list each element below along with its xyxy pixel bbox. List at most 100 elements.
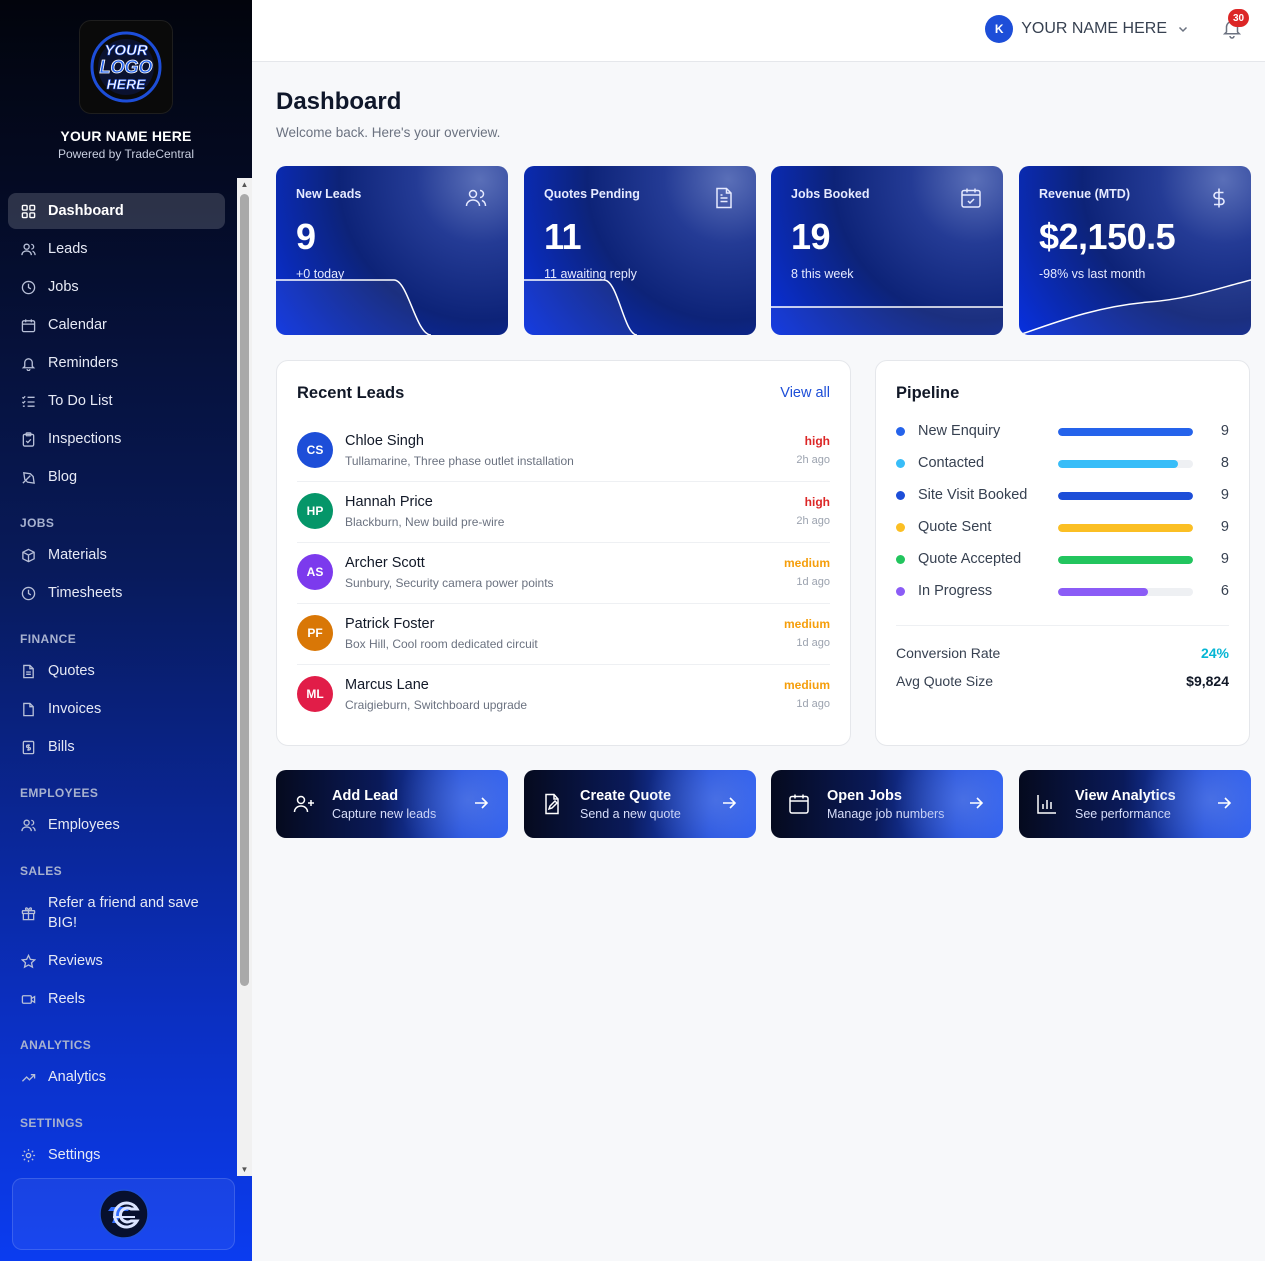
view-all-link[interactable]: View all [780,385,830,401]
sidebar-item-settings[interactable]: Settings [8,1137,225,1173]
pipeline-bar-fill [1058,460,1179,468]
scrollbar-thumb[interactable] [240,194,249,986]
view-analytics-button[interactable]: View Analytics See performance [1019,770,1251,838]
stat-card-revenue[interactable]: Revenue (MTD) $2,150.5 -98% vs last mont… [1019,166,1251,335]
sidebar-item-quotes[interactable]: Quotes [8,653,225,689]
tradecentral-badge[interactable] [12,1178,235,1250]
section-settings: SETTINGS [20,1116,84,1130]
sidebar-item-label: Reels [48,991,86,1007]
stat-label: New Leads [296,187,362,201]
stat-sub: 11 awaiting reply [544,267,637,281]
pipeline-count: 9 [1220,519,1229,535]
pipeline-count: 9 [1220,487,1229,503]
stat-sub: -98% vs last month [1039,267,1146,281]
stat-card-new-leads[interactable]: New Leads 9 +0 today [276,166,508,335]
sidebar-item-blog[interactable]: Blog [8,459,225,495]
pipeline-bar-fill [1058,588,1149,596]
star-icon [20,953,36,969]
calendar-check-icon [959,186,983,210]
calendar-icon [787,792,811,816]
stat-label: Quotes Pending [544,187,640,201]
action-subtitle: Manage job numbers [827,807,945,821]
pipeline-label: In Progress [918,583,993,599]
pipeline-label: Site Visit Booked [918,487,1028,503]
lead-time: 2h ago [796,515,830,527]
sidebar-item-reminders[interactable]: Reminders [8,345,225,381]
lead-avatar: HP [297,493,333,529]
sidebar-item-todo[interactable]: To Do List [8,383,225,419]
stat-value: 9 [296,216,316,257]
conversion-rate-row: Conversion Rate 24% [896,645,1229,661]
pipeline-bar [1058,428,1193,436]
chevron-down-icon [1177,23,1189,35]
section-employees: EMPLOYEES [20,786,99,800]
calendar-icon [20,317,36,333]
pipeline-bar-fill [1058,556,1193,564]
action-title: Create Quote [580,788,672,804]
sidebar-item-jobs[interactable]: Jobs [8,269,225,305]
lead-priority: high [804,434,830,448]
lead-row[interactable]: AS Archer Scott Sunbury, Security camera… [297,543,830,604]
pipeline-bar [1058,556,1193,564]
pipeline-label: Quote Sent [918,519,992,535]
sidebar-item-invoices[interactable]: Invoices [8,691,225,727]
sidebar-item-bills[interactable]: Bills [8,729,225,765]
sidebar-item-employees[interactable]: Employees [8,807,225,843]
sidebar-item-label: To Do List [48,393,113,409]
box-icon [20,547,36,563]
pipeline-row: Quote Sent 9 [896,517,1229,537]
stat-value: 11 [544,216,582,257]
pipeline-row: Quote Accepted 9 [896,549,1229,569]
clock-icon [20,585,36,601]
sidebar-item-dashboard[interactable]: Dashboard [8,193,225,229]
bell-icon [20,355,36,371]
lead-avatar: ML [297,676,333,712]
pipeline-bar-fill [1058,428,1193,436]
sidebar: YOUR LOGO HERE YOUR NAME HERE Powered by… [0,0,252,1261]
sidebar-item-label: Leads [48,241,88,257]
svg-text:LOGO: LOGO [100,57,153,77]
open-jobs-button[interactable]: Open Jobs Manage job numbers [771,770,1003,838]
pipeline-dot [896,427,905,436]
lead-row[interactable]: HP Hannah Price Blackburn, New build pre… [297,482,830,543]
user-menu[interactable]: K YOUR NAME HERE [985,15,1189,43]
lead-name: Hannah Price [345,494,433,510]
stat-card-quotes-pending[interactable]: Quotes Pending 11 11 awaiting reply [524,166,756,335]
brand-logo[interactable]: YOUR LOGO HERE [79,20,173,114]
add-lead-button[interactable]: Add Lead Capture new leads [276,770,508,838]
sidebar-item-label: Materials [48,547,107,563]
lead-row[interactable]: ML Marcus Lane Craigieburn, Switchboard … [297,665,830,726]
sidebar-item-analytics[interactable]: Analytics [8,1059,225,1095]
sidebar-item-reviews[interactable]: Reviews [8,943,225,979]
lead-row[interactable]: CS Chloe Singh Tullamarine, Three phase … [297,421,830,482]
users-icon [20,241,36,257]
action-title: Open Jobs [827,788,902,804]
lead-name: Marcus Lane [345,677,429,693]
page-title: Dashboard [276,88,402,115]
scroll-up-icon[interactable]: ▲ [240,180,249,189]
stat-card-jobs-booked[interactable]: Jobs Booked 19 8 this week [771,166,1003,335]
sidebar-item-leads[interactable]: Leads [8,231,225,267]
sidebar-item-refer[interactable]: Refer a friend and save BIG! [8,891,225,935]
avg-quote-label: Avg Quote Size [896,673,994,689]
pipeline-card: Pipeline New Enquiry 9 Contacted 8 Site … [875,360,1250,746]
sidebar-item-inspections[interactable]: Inspections [8,421,225,457]
pipeline-bar [1058,524,1193,532]
sidebar-item-reels[interactable]: Reels [8,981,225,1017]
sidebar-item-materials[interactable]: Materials [8,537,225,573]
tradecentral-logo-icon [98,1189,149,1239]
sidebar-scrollbar[interactable]: ▲ ▼ [237,178,252,1176]
sidebar-item-calendar[interactable]: Calendar [8,307,225,343]
gift-icon [20,905,36,921]
pipeline-bar-fill [1058,524,1193,532]
sidebar-item-timesheets[interactable]: Timesheets [8,575,225,611]
scroll-down-icon[interactable]: ▼ [240,1165,249,1174]
pipeline-count: 6 [1220,583,1229,599]
lead-priority: medium [783,556,830,570]
lead-row[interactable]: PF Patrick Foster Box Hill, Cool room de… [297,604,830,665]
create-quote-button[interactable]: Create Quote Send a new quote [524,770,756,838]
pipeline-count: 8 [1220,455,1229,471]
clipboard-icon [20,431,36,447]
lead-priority: medium [783,678,830,692]
stat-value: $2,150.5 [1039,216,1176,257]
